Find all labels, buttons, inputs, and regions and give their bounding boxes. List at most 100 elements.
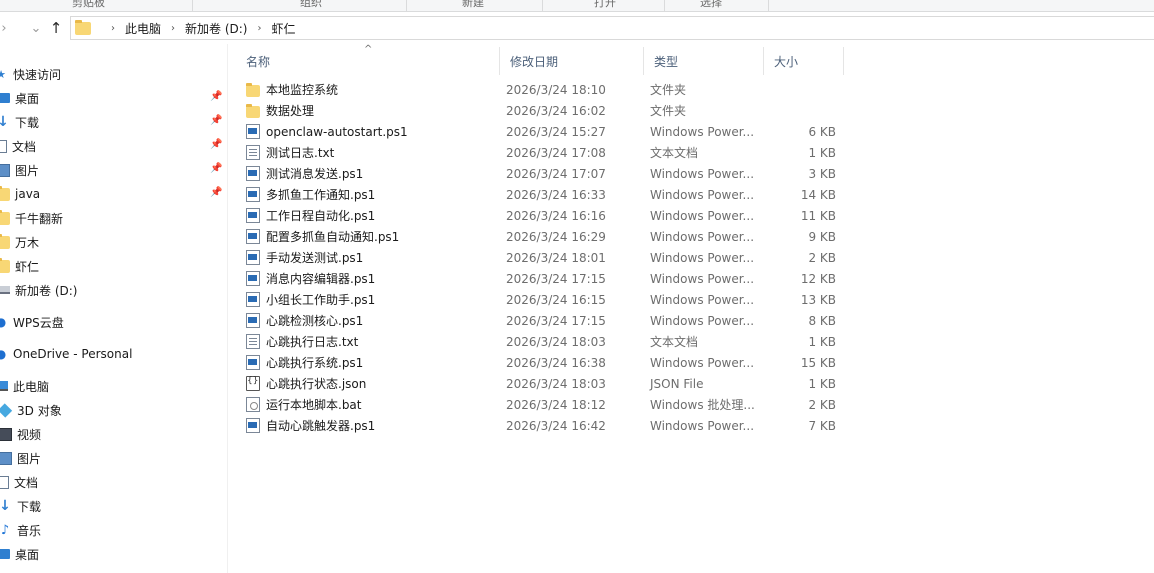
sidebar-item-qianniu[interactable]: 千牛翻新 bbox=[0, 207, 224, 229]
file-type: Windows 批处理... bbox=[650, 398, 755, 412]
sidebar-item-label: 图片 bbox=[15, 163, 40, 178]
file-type: 文件夹 bbox=[650, 104, 687, 118]
pin-icon[interactable]: 📌 bbox=[210, 139, 222, 153]
chevron-right-icon[interactable]: › bbox=[171, 23, 175, 34]
file-row[interactable]: 小组长工作助手.ps1 2026/3/24 16:15 Windows Powe… bbox=[244, 289, 844, 310]
file-type: JSON File bbox=[650, 376, 704, 391]
ribbon-divider bbox=[406, 0, 407, 11]
column-header-label: 类型 bbox=[654, 54, 679, 69]
chevron-down-icon[interactable]: ⌄ bbox=[26, 16, 46, 40]
desktop-icon bbox=[0, 549, 10, 559]
file-name: 工作日程自动化.ps1 bbox=[266, 209, 376, 223]
ps1-file-icon bbox=[246, 271, 260, 286]
file-row[interactable]: openclaw-autostart.ps1 2026/3/24 15:27 W… bbox=[244, 121, 844, 142]
file-size: 7 KB bbox=[808, 418, 836, 433]
file-date: 2026/3/24 16:29 bbox=[506, 229, 606, 244]
bat-file-icon bbox=[246, 397, 260, 412]
sidebar-item-music[interactable]: ♪ 音乐 bbox=[0, 519, 226, 541]
pin-icon[interactable]: 📌 bbox=[210, 115, 222, 129]
sidebar-item-label: 文档 bbox=[14, 475, 39, 490]
file-row[interactable]: 配置多抓鱼自动通知.ps1 2026/3/24 16:29 Windows Po… bbox=[244, 226, 844, 247]
sidebar-item-downloads[interactable]: ↓ 下载 📌 bbox=[0, 111, 224, 133]
file-type: 文本文档 bbox=[650, 146, 699, 160]
sidebar-item-pc-pictures[interactable]: 图片 bbox=[0, 447, 226, 469]
file-row[interactable]: 多抓鱼工作通知.ps1 2026/3/24 16:33 Windows Powe… bbox=[244, 184, 844, 205]
sidebar-item-pictures[interactable]: 图片 📌 bbox=[0, 159, 224, 181]
file-row[interactable]: 心跳执行日志.txt 2026/3/24 18:03 文本文档 1 KB bbox=[244, 331, 844, 352]
cloud-icon: ● bbox=[0, 314, 7, 329]
breadcrumb-current-folder[interactable]: 虾仁 bbox=[271, 20, 295, 37]
file-row[interactable]: 心跳执行状态.json 2026/3/24 18:03 JSON File 1 … bbox=[244, 373, 844, 394]
file-date: 2026/3/24 18:03 bbox=[506, 334, 606, 349]
pin-icon[interactable]: 📌 bbox=[210, 91, 222, 105]
ribbon-group-open: 打开 bbox=[594, 0, 616, 9]
chevron-right-icon[interactable]: › bbox=[111, 23, 115, 34]
file-row[interactable]: 心跳执行系统.ps1 2026/3/24 16:38 Windows Power… bbox=[244, 352, 844, 373]
file-type: Windows Power... bbox=[650, 418, 755, 433]
file-row[interactable]: 工作日程自动化.ps1 2026/3/24 16:16 Windows Powe… bbox=[244, 205, 844, 226]
sidebar-item-label: OneDrive - Personal bbox=[13, 347, 133, 361]
address-bar[interactable]: › 此电脑 › 新加卷 (D:) › 虾仁 bbox=[70, 16, 1154, 40]
file-date: 2026/3/24 18:10 bbox=[506, 82, 606, 97]
arrow-up-icon[interactable]: ↑ bbox=[46, 16, 66, 40]
star-icon: ★ bbox=[0, 67, 6, 81]
file-row[interactable]: 运行本地脚本.bat 2026/3/24 18:12 Windows 批处理..… bbox=[244, 394, 844, 415]
file-name: 配置多抓鱼自动通知.ps1 bbox=[266, 230, 400, 244]
sidebar-item-drive-d[interactable]: 新加卷 (D:) bbox=[0, 279, 224, 301]
file-row[interactable]: 数据处理 2026/3/24 16:02 文件夹 bbox=[244, 100, 844, 121]
sidebar-item-java[interactable]: java 📌 bbox=[0, 183, 224, 205]
file-row[interactable]: 自动心跳触发器.ps1 2026/3/24 16:42 Windows Powe… bbox=[244, 415, 844, 436]
column-header-type[interactable]: 类型 bbox=[644, 47, 764, 75]
file-date: 2026/3/24 17:15 bbox=[506, 271, 606, 286]
sidebar-item-3d-objects[interactable]: 3D 对象 bbox=[0, 399, 226, 421]
file-row[interactable]: 消息内容编辑器.ps1 2026/3/24 17:15 Windows Powe… bbox=[244, 268, 844, 289]
sidebar-item-xiaren[interactable]: 虾仁 bbox=[0, 255, 224, 277]
arrow-right-icon[interactable]: › bbox=[0, 16, 14, 40]
file-size: 1 KB bbox=[808, 145, 836, 160]
file-row[interactable]: 本地监控系统 2026/3/24 18:10 文件夹 bbox=[244, 79, 844, 100]
column-header-date[interactable]: 修改日期 bbox=[500, 47, 644, 75]
sidebar-item-wanmu[interactable]: 万木 bbox=[0, 231, 224, 253]
file-row[interactable]: 测试消息发送.ps1 2026/3/24 17:07 Windows Power… bbox=[244, 163, 844, 184]
sidebar-onedrive[interactable]: ● OneDrive - Personal bbox=[0, 343, 222, 365]
file-date: 2026/3/24 16:15 bbox=[506, 292, 606, 307]
file-name: 手动发送测试.ps1 bbox=[266, 251, 364, 265]
file-date: 2026/3/24 17:08 bbox=[506, 145, 606, 160]
sidebar-item-label: 快速访问 bbox=[13, 67, 62, 82]
file-row[interactable]: 手动发送测试.ps1 2026/3/24 18:01 Windows Power… bbox=[244, 247, 844, 268]
pin-icon[interactable]: 📌 bbox=[210, 163, 222, 177]
sidebar-wps-cloud[interactable]: ● WPS云盘 bbox=[0, 311, 222, 333]
pin-icon[interactable]: 📌 bbox=[210, 187, 222, 201]
download-icon: ↓ bbox=[0, 113, 9, 130]
file-name: 本地监控系统 bbox=[266, 83, 339, 97]
sidebar-item-desktop[interactable]: 桌面 📌 bbox=[0, 87, 224, 109]
file-row[interactable]: 心跳检测核心.ps1 2026/3/24 17:15 Windows Power… bbox=[244, 310, 844, 331]
ribbon-group-new: 新建 bbox=[462, 0, 484, 9]
folder-icon bbox=[0, 209, 10, 225]
sidebar-item-label: 文档 bbox=[12, 139, 37, 154]
desktop-icon bbox=[0, 93, 10, 103]
file-type: Windows Power... bbox=[650, 166, 755, 181]
chevron-right-icon[interactable]: › bbox=[257, 23, 261, 34]
ribbon-divider bbox=[664, 0, 665, 11]
breadcrumb-this-pc[interactable]: 此电脑 bbox=[125, 20, 161, 37]
sidebar-this-pc[interactable]: 此电脑 bbox=[0, 375, 222, 397]
text-file-icon bbox=[246, 145, 260, 160]
sidebar-item-pc-downloads[interactable]: ↓ 下载 bbox=[0, 495, 226, 517]
sidebar-quick-access[interactable]: ★ 快速访问 bbox=[0, 63, 222, 85]
file-date: 2026/3/24 15:27 bbox=[506, 124, 606, 139]
file-type: Windows Power... bbox=[650, 124, 755, 139]
sidebar-item-pc-desktop[interactable]: 桌面 bbox=[0, 543, 224, 565]
column-header-name[interactable]: 名称 bbox=[236, 47, 500, 75]
sidebar-item-label: java bbox=[15, 187, 41, 201]
file-row[interactable]: 测试日志.txt 2026/3/24 17:08 文本文档 1 KB bbox=[244, 142, 844, 163]
file-date: 2026/3/24 18:01 bbox=[506, 250, 606, 265]
sidebar-item-pc-documents[interactable]: 文档 bbox=[0, 471, 226, 493]
column-header-label: 大小 bbox=[774, 54, 799, 69]
file-type: Windows Power... bbox=[650, 292, 755, 307]
ribbon-group-labels: 剪贴板 组织 新建 打开 选择 bbox=[0, 0, 1154, 12]
breadcrumb-drive-d[interactable]: 新加卷 (D:) bbox=[185, 20, 247, 37]
sidebar-item-documents[interactable]: 文档 📌 bbox=[0, 135, 224, 157]
column-header-size[interactable]: 大小 bbox=[764, 47, 844, 75]
sidebar-item-videos[interactable]: 视频 bbox=[0, 423, 226, 445]
